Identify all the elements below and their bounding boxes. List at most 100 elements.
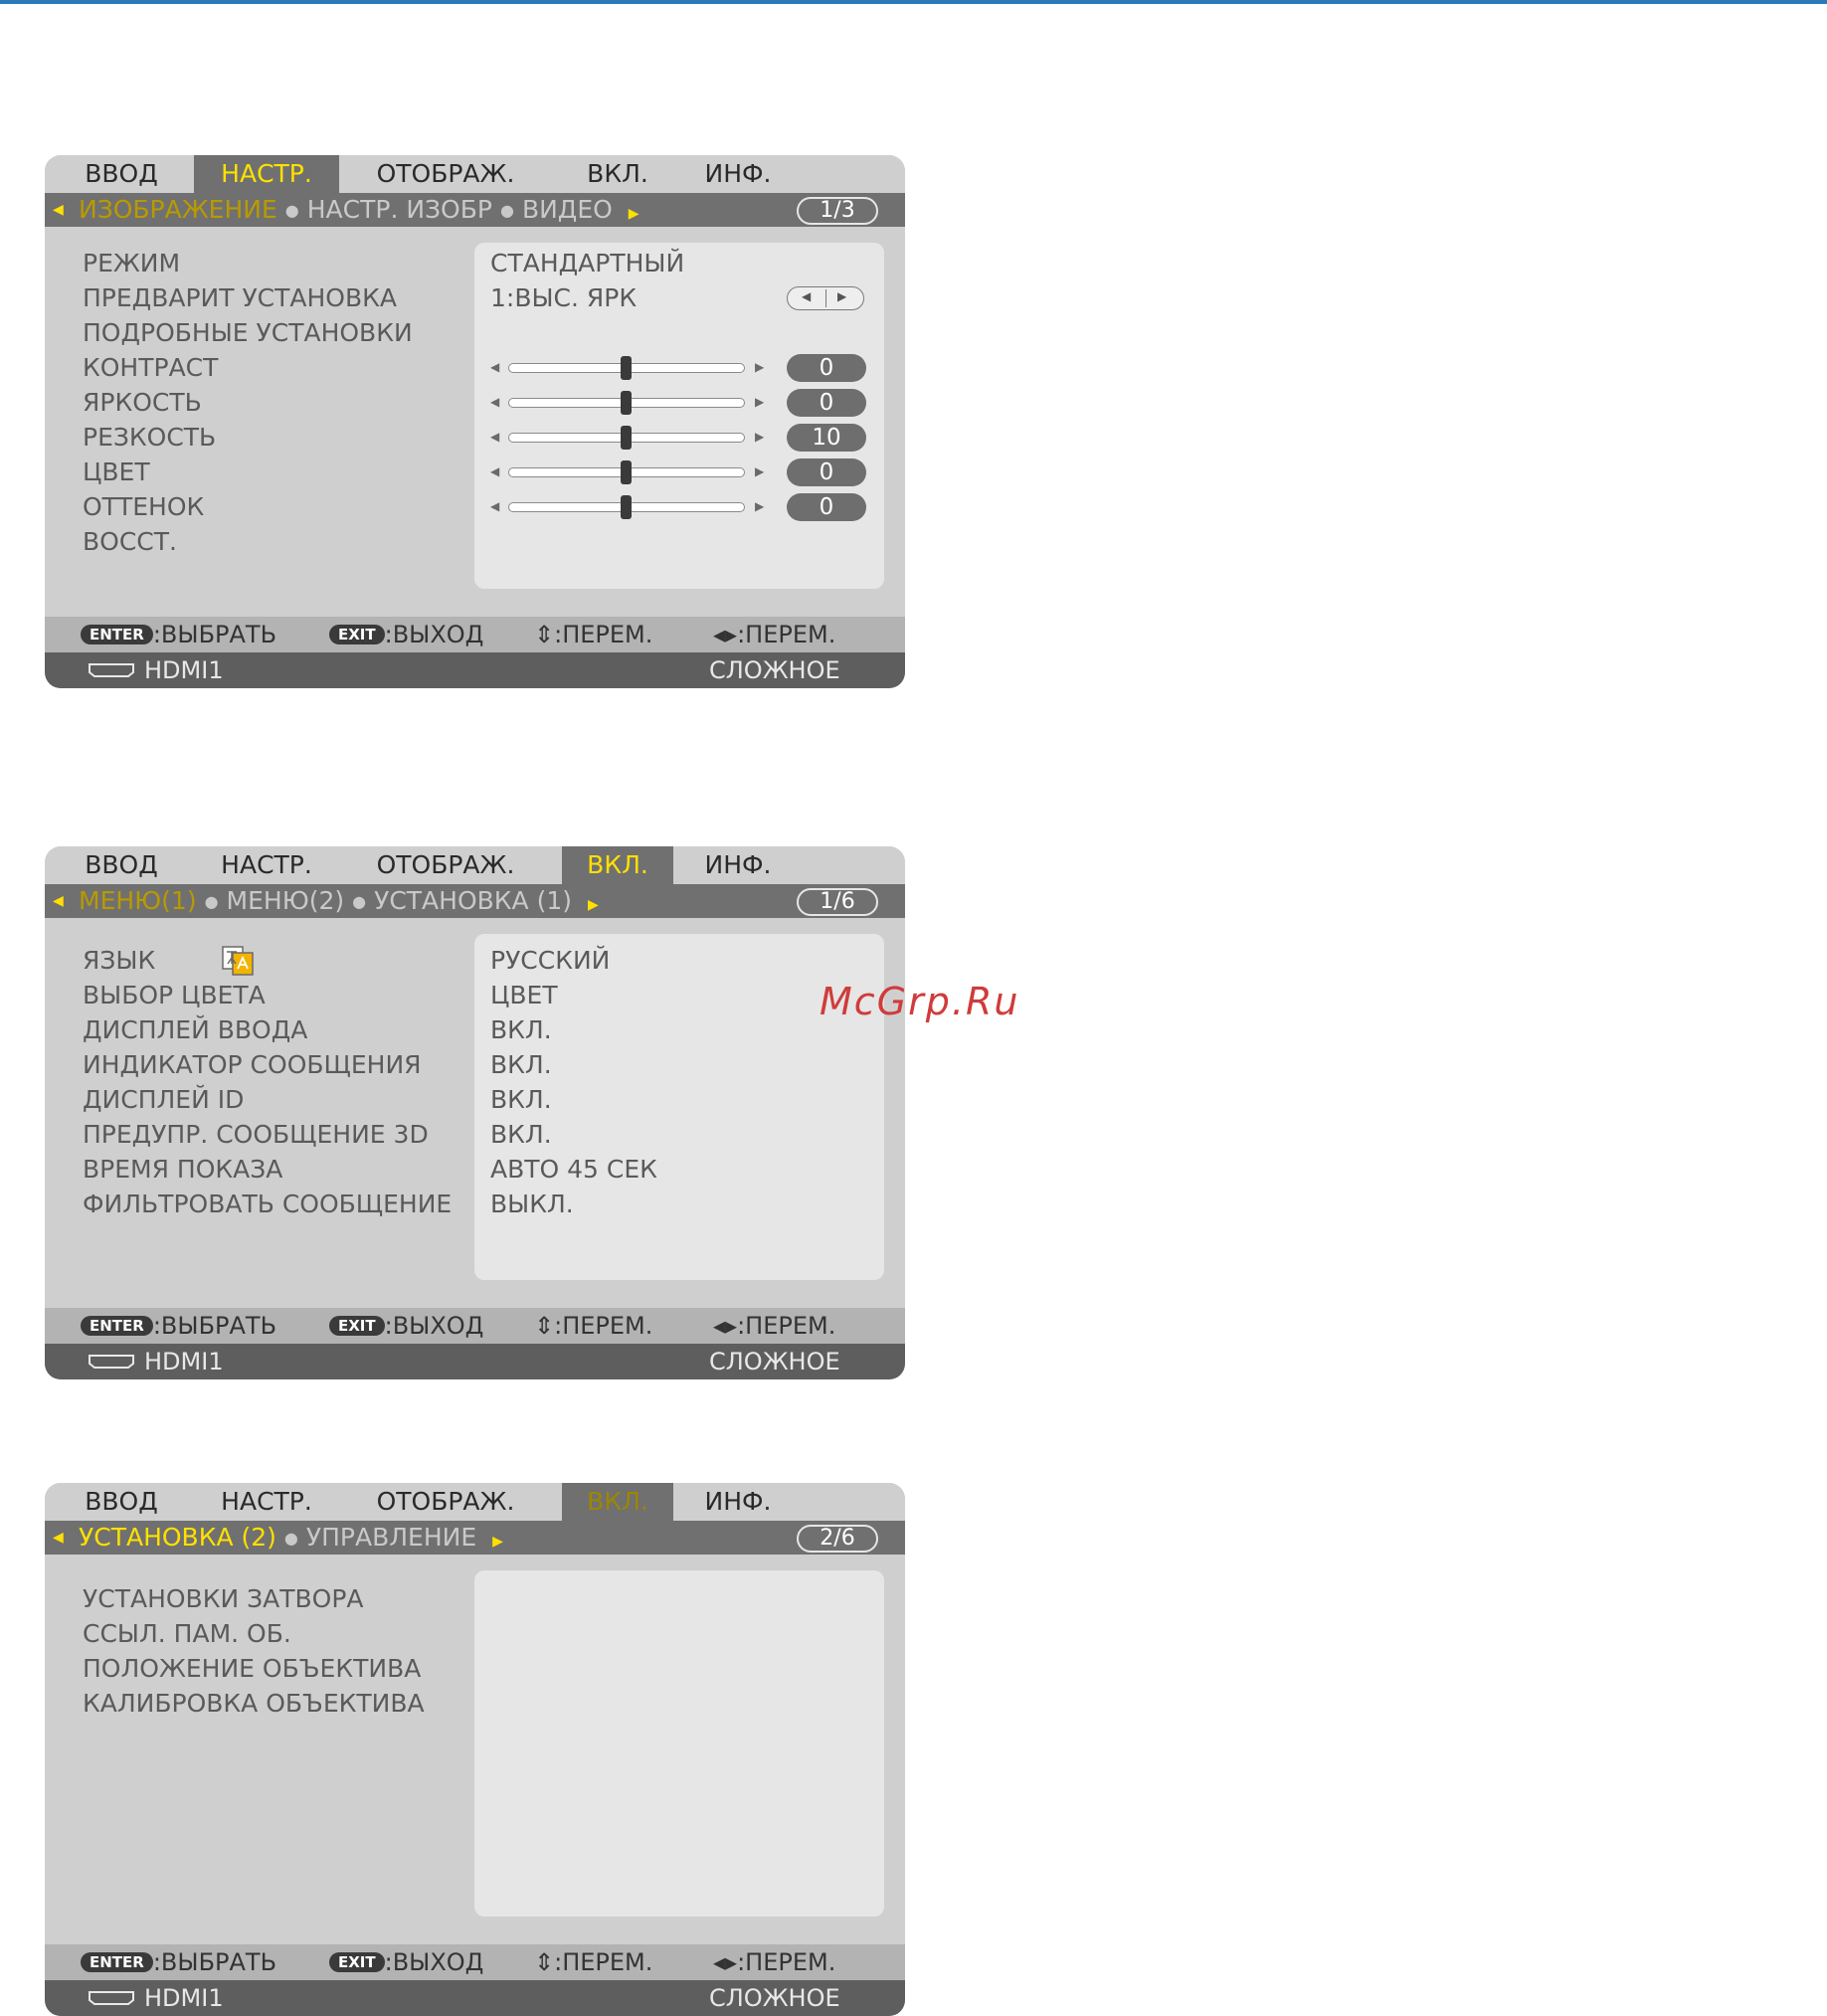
item-lens-position[interactable]: ПОЛОЖЕНИЕ ОБЪЕКТИВА [83, 1654, 421, 1684]
osd-menu-on-page1: ВВОД НАСТР. ОТОБРАЖ. ВКЛ. ИНФ. ◀ МЕНЮ(1)… [45, 846, 905, 1379]
subtab-left-arrow-icon[interactable]: ◀ [53, 193, 64, 227]
item-contrast[interactable]: КОНТРАСТ [83, 353, 218, 383]
osd-menu-setup: ВВОД НАСТР. ОТОБРАЖ. ВКЛ. ИНФ. ◀ ИЗОБРАЖ… [45, 155, 905, 688]
tab-input[interactable]: ВВОД [67, 155, 176, 193]
tab-bar: ВВОД НАСТР. ОТОБРАЖ. ВКЛ. ИНФ. [45, 155, 905, 193]
status-bar: HDMI1 СЛОЖНОЕ [45, 1344, 905, 1379]
tab-display[interactable]: ОТОБРАЖ. [361, 1483, 530, 1521]
subtab-right-arrow-icon[interactable]: ▶ [629, 206, 639, 222]
decrease-arrow-icon: ◀ [490, 464, 500, 478]
sharpness-value: 10 [787, 424, 866, 452]
value-mode: СТАНДАРТНЫЙ [490, 249, 685, 277]
tab-bar: ВВОД НАСТР. ОТОБРАЖ. ВКЛ. ИНФ. [45, 846, 905, 884]
tab-setup[interactable]: НАСТР. [194, 1483, 339, 1521]
hue-slider[interactable]: ◀ ▶ [490, 495, 779, 519]
help-move-vertical: ⇕:ПЕРЕМ. [534, 1312, 653, 1340]
contrast-value: 0 [787, 354, 866, 382]
status-bar: HDMI1 СЛОЖНОЕ [45, 652, 905, 688]
help-move-vertical: ⇕:ПЕРЕМ. [534, 621, 653, 648]
tab-info[interactable]: ИНФ. [689, 846, 787, 884]
tab-display[interactable]: ОТОБРАЖ. [361, 846, 530, 884]
item-shutter-settings[interactable]: УСТАНОВКИ ЗАТВОРА [83, 1584, 364, 1614]
subtab-installation2[interactable]: УСТАНОВКА (2) [79, 1523, 276, 1552]
subtab-video[interactable]: ВИДЕО [522, 195, 613, 224]
subtab-bar: ◀ УСТАНОВКА (2) ● УПРАВЛЕНИЕ ▶ 2/6 [45, 1521, 905, 1555]
item-3d-warning[interactable]: ПРЕДУПР. СООБЩЕНИЕ 3D [83, 1120, 429, 1150]
separator-dot-icon: ● [352, 892, 367, 911]
color-slider[interactable]: ◀ ▶ [490, 460, 779, 484]
hdmi-connector-icon [89, 1355, 134, 1369]
item-lens-memory-ref[interactable]: ССЫЛ. ПАМ. ОБ. [83, 1619, 291, 1649]
subtab-installation1[interactable]: УСТАНОВКА (1) [374, 886, 572, 915]
subtab-bar: ◀ ИЗОБРАЖЕНИЕ ● НАСТР. ИЗОБР ● ВИДЕО ▶ 1/3 [45, 193, 905, 227]
value-3d-warning: ВКЛ. [490, 1120, 552, 1149]
page-indicator: 1/6 [797, 888, 878, 916]
tab-input[interactable]: ВВОД [67, 846, 176, 884]
item-color-select[interactable]: ВЫБОР ЦВЕТА [83, 981, 266, 1010]
item-reset[interactable]: ВОССТ. [83, 527, 177, 557]
watermark: McGrp.Ru [820, 980, 1020, 1023]
help-move-horizontal: ◂▸:ПЕРЕМ. [713, 621, 836, 648]
decrease-arrow-icon: ◀ [490, 395, 500, 409]
preset-left-right-button[interactable]: ◀ ▶ [787, 286, 864, 310]
value-language: РУССКИЙ [490, 946, 611, 975]
left-arrow-icon: ◀ [802, 289, 812, 303]
tab-input[interactable]: ВВОД [67, 1483, 176, 1521]
tab-setup[interactable]: НАСТР. [194, 846, 339, 884]
value-preset: 1:ВЫС. ЯРК [490, 283, 638, 312]
input-source: HDMI1 [144, 1984, 224, 2012]
input-source: HDMI1 [144, 656, 224, 684]
tab-info[interactable]: ИНФ. [689, 155, 787, 193]
tab-info[interactable]: ИНФ. [689, 1483, 787, 1521]
help-exit: EXIT:ВЫХОД [329, 617, 483, 652]
tab-on[interactable]: ВКЛ. [562, 846, 673, 884]
item-brightness[interactable]: ЯРКОСТЬ [83, 388, 202, 418]
contrast-slider[interactable]: ◀ ▶ [490, 356, 779, 380]
tab-display[interactable]: ОТОБРАЖ. [361, 155, 530, 193]
subtab-control[interactable]: УПРАВЛЕНИЕ [306, 1523, 476, 1552]
subtab-menu2[interactable]: МЕНЮ(2) [227, 886, 345, 915]
item-filter-message[interactable]: ФИЛЬТРОВАТЬ СООБЩЕНИЕ [83, 1190, 452, 1219]
subtab-right-arrow-icon[interactable]: ▶ [492, 1534, 503, 1550]
item-sharpness[interactable]: РЕЗКОСТЬ [83, 423, 216, 453]
tab-bar: ВВОД НАСТР. ОТОБРАЖ. ВКЛ. ИНФ. [45, 1483, 905, 1521]
increase-arrow-icon: ▶ [755, 395, 765, 409]
page-indicator: 2/6 [797, 1525, 878, 1553]
increase-arrow-icon: ▶ [755, 464, 765, 478]
item-hue[interactable]: ОТТЕНОК [83, 492, 204, 522]
language-icon [222, 946, 254, 976]
brightness-slider[interactable]: ◀ ▶ [490, 391, 779, 415]
subtab-left-arrow-icon[interactable]: ◀ [53, 884, 64, 918]
tab-setup[interactable]: НАСТР. [194, 155, 339, 193]
sharpness-slider[interactable]: ◀ ▶ [490, 426, 779, 450]
item-lens-calibration[interactable]: КАЛИБРОВКА ОБЪЕКТИВА [83, 1689, 425, 1719]
value-id-display: ВКЛ. [490, 1085, 552, 1114]
menu-body: РЕЖИМ СТАНДАРТНЫЙ ПРЕДВАРИТ УСТАНОВКА 1:… [45, 227, 905, 617]
item-message-indicator[interactable]: ИНДИКАТОР СООБЩЕНИЯ [83, 1050, 422, 1080]
subtab-menu1[interactable]: МЕНЮ(1) [79, 886, 197, 915]
subtab-bar: ◀ МЕНЮ(1) ● МЕНЮ(2) ● УСТАНОВКА (1) ▶ 1/6 [45, 884, 905, 918]
item-language[interactable]: ЯЗЫК [83, 946, 254, 976]
menu-mode: СЛОЖНОЕ [709, 656, 840, 684]
decrease-arrow-icon: ◀ [490, 430, 500, 444]
help-select: ENTER:ВЫБРАТЬ [81, 617, 276, 652]
item-color[interactable]: ЦВЕТ [83, 458, 150, 487]
increase-arrow-icon: ▶ [755, 499, 765, 513]
help-bar: ENTER:ВЫБРАТЬ EXIT:ВЫХОД ⇕:ПЕРЕМ. ◂▸:ПЕР… [45, 617, 905, 652]
item-detail-settings[interactable]: ПОДРОБНЫЕ УСТАНОВКИ [83, 318, 413, 348]
item-display-time[interactable]: ВРЕМЯ ПОКАЗА [83, 1155, 282, 1185]
help-exit: EXIT:ВЫХОД [329, 1944, 483, 1980]
input-source: HDMI1 [144, 1348, 224, 1375]
tab-on[interactable]: ВКЛ. [562, 1483, 673, 1521]
subtab-picture-adjust[interactable]: НАСТР. ИЗОБР [307, 195, 492, 224]
item-mode[interactable]: РЕЖИМ [83, 249, 180, 278]
color-value: 0 [787, 458, 866, 486]
item-id-display[interactable]: ДИСПЛЕЙ ID [83, 1085, 244, 1115]
menu-mode: СЛОЖНОЕ [709, 1348, 840, 1375]
tab-on[interactable]: ВКЛ. [562, 155, 673, 193]
item-input-display[interactable]: ДИСПЛЕЙ ВВОДА [83, 1015, 307, 1045]
subtab-right-arrow-icon[interactable]: ▶ [588, 897, 599, 913]
subtab-picture[interactable]: ИЗОБРАЖЕНИЕ [79, 195, 277, 224]
item-preset[interactable]: ПРЕДВАРИТ УСТАНОВКА [83, 283, 397, 313]
subtab-left-arrow-icon[interactable]: ◀ [53, 1521, 64, 1555]
